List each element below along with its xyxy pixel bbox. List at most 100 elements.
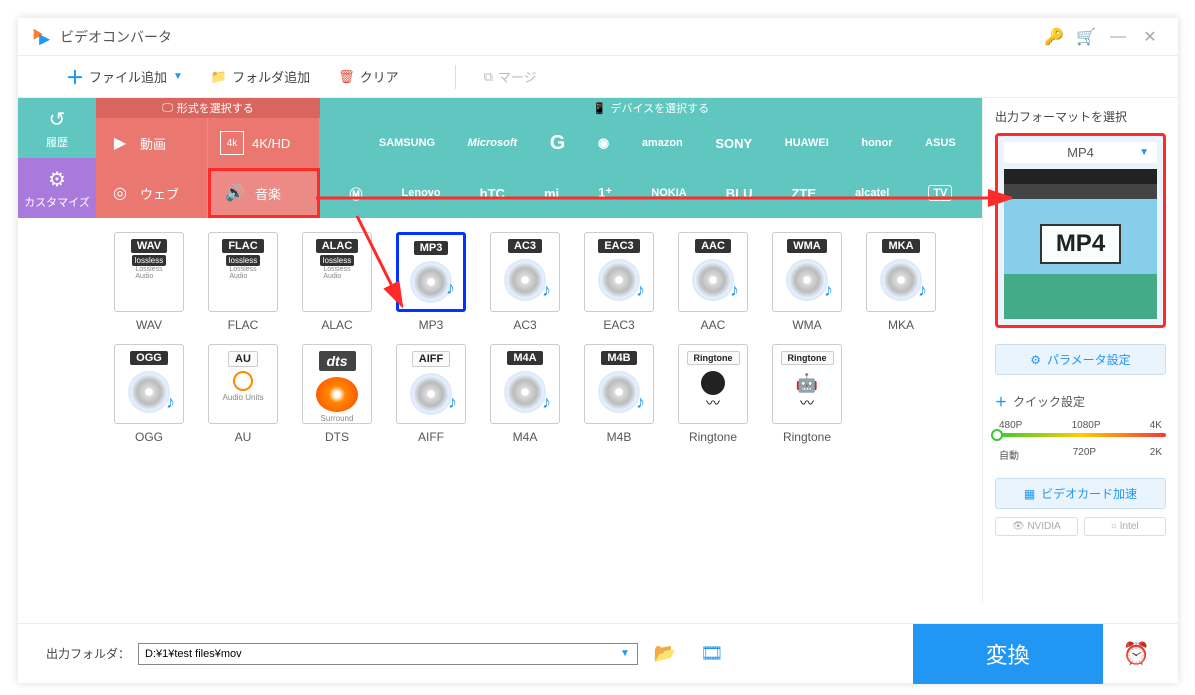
minimize-button[interactable]: — [1102,21,1134,53]
add-file-label: ファイル追加 [89,67,167,86]
brand-motorola[interactable]: Ⓜ [350,184,363,203]
brand-samsung[interactable]: SAMSUNG [379,137,435,149]
brand-alcatel[interactable]: alcatel [855,187,889,199]
format-thumb: WMA♪ [772,232,842,312]
output-format-header[interactable]: MP4 ▼ [1004,142,1157,163]
merge-button[interactable]: ⧉ マージ [484,67,537,86]
format-card-flac[interactable]: FLAClosslessLosslessAudioFLAC [196,232,290,332]
brand-google[interactable]: G [550,132,566,155]
category-audio[interactable]: 🔊 音楽 [208,168,320,218]
brand-honor[interactable]: honor [861,137,892,149]
format-card-ringtone[interactable]: Ringtone🤖〰Ringtone [760,344,854,444]
gpu-nvidia[interactable]: 👁 NVIDIA [995,517,1078,536]
brand-asus[interactable]: ASUS [925,137,956,149]
category-video[interactable]: ▶ 動画 [96,118,208,168]
clock-icon[interactable]: ⏰ [1123,641,1150,667]
brand-microsoft[interactable]: Microsoft [468,137,518,149]
cart-icon[interactable]: 🛒 [1070,21,1102,53]
open-folder-icon[interactable]: 📂 [654,643,676,664]
merge-label: マージ [498,67,537,86]
format-badge: MKA [882,239,919,253]
brand-tv[interactable]: TV [928,185,952,201]
format-label: EAC3 [603,318,634,332]
format-label: MKA [888,318,914,332]
format-thumb: Ringtone〰 [678,344,748,424]
dropdown-caret-icon[interactable]: ▼ [173,71,183,82]
key-icon[interactable]: 🔑 [1038,21,1070,53]
brand-lenovo[interactable]: Lenovo [402,187,441,199]
format-thumb: Ringtone🤖〰 [772,344,842,424]
format-thumb: AC3♪ [490,232,560,312]
format-card-aiff[interactable]: AIFF♪AIFF [384,344,478,444]
gpu-intel[interactable]: ○ Intel [1084,517,1167,536]
format-badge: WAV [131,239,167,253]
format-card-alac[interactable]: ALAClosslessLosslessAudioALAC [290,232,384,332]
brand-htc[interactable]: hTC [480,186,505,201]
music-note-icon: ♪ [824,280,833,301]
format-label: FLAC [228,318,259,332]
slider-thumb[interactable] [991,429,1003,441]
brand-blu[interactable]: BLU [726,186,753,201]
format-card-eac3[interactable]: EAC3♪EAC3 [572,232,666,332]
customize-label: カスタマイズ [24,194,90,210]
format-card-m4a[interactable]: M4A♪M4A [478,344,572,444]
gpu-acceleration-button[interactable]: ▦ ビデオカード加速 [995,478,1166,509]
add-folder-button[interactable]: 📁 フォルダ追加 [211,67,310,86]
brand-xiaomi[interactable]: mi [544,186,559,201]
format-badge: Ringtone [781,351,834,365]
music-note-icon: ♪ [542,280,551,301]
sliders-icon: ⚙ [1030,353,1041,367]
format-label: Ringtone [783,430,831,444]
format-card-mp3[interactable]: MP3♪MP3 [384,232,478,332]
format-card-dts[interactable]: dtsSurroundDTS [290,344,384,444]
chrome-icon: ◎ [108,181,132,205]
disc-icon [504,259,546,301]
output-folder-input[interactable] [138,643,638,665]
format-label: DTS [325,430,349,444]
format-label: WMA [792,318,821,332]
format-card-au[interactable]: AUAudio UnitsAU [196,344,290,444]
brand-oneplus[interactable]: 1⁺ [598,185,612,201]
brand-zte[interactable]: ZTE [791,186,816,201]
brand-amazon[interactable]: amazon [642,137,683,149]
customize-tab[interactable]: ⚙ カスタマイズ [18,158,96,218]
format-card-wma[interactable]: WMA♪ WMA [760,232,854,332]
4k-icon: 4k [220,131,244,155]
format-card-ogg[interactable]: OGG♪OGG [102,344,196,444]
format-label: ALAC [321,318,352,332]
plus-icon: ＋ [66,64,84,90]
chip-icon: ▦ [1024,487,1035,501]
brand-lg[interactable]: ◉ [598,135,609,151]
main-area: 🖵 形式を選択する 📱 デバイスを選択する ▶ 動画 4k 4K/HD [96,98,982,602]
brand-sony[interactable]: SONY [715,136,752,151]
parameter-settings-button[interactable]: ⚙ パラメータ設定 [995,344,1166,375]
category-4k-hd[interactable]: 4k 4K/HD [208,118,320,168]
format-card-ac3[interactable]: AC3♪AC3 [478,232,572,332]
convert-button[interactable]: 変換 [913,624,1103,684]
clear-button[interactable]: 🗑 クリア [338,67,399,86]
left-sidebar: ↺ 履歴 ⚙ カスタマイズ [18,98,96,602]
add-file-button[interactable]: ＋ ファイル追加 ▼ [66,64,183,90]
toolbar: ＋ ファイル追加 ▼ 📁 フォルダ追加 🗑 クリア ⧉ マージ [18,56,1178,98]
disc-icon [880,259,922,301]
output-dropdown-icon[interactable]: ▼ [620,648,630,659]
category-web[interactable]: ◎ ウェブ [96,168,208,218]
format-card-aac[interactable]: AAC♪AAC [666,232,760,332]
brand-nokia[interactable]: NOKIA [651,187,686,199]
format-card-ringtone[interactable]: Ringtone〰Ringtone [666,344,760,444]
close-button[interactable]: ✕ [1134,21,1166,53]
app-logo-icon [30,26,52,48]
format-thumb: OGG♪ [114,344,184,424]
format-card-m4b[interactable]: M4B♪M4B [572,344,666,444]
brand-huawei[interactable]: HUAWEI [785,137,829,149]
format-card-wav[interactable]: WAVlosslessLosslessAudioWAV [102,232,196,332]
film-icon[interactable]: 🎞 [700,643,723,664]
format-label: WAV [136,318,162,332]
output-format-selector[interactable]: MP4 ▼ MP4 [995,133,1166,328]
android-icon: 🤖 [795,371,819,395]
resolution-slider[interactable] [995,433,1166,437]
format-badge: MP3 [414,241,449,255]
format-label: AAC [701,318,726,332]
format-card-mka[interactable]: MKA♪MKA [854,232,948,332]
history-tab[interactable]: ↺ 履歴 [18,98,96,158]
